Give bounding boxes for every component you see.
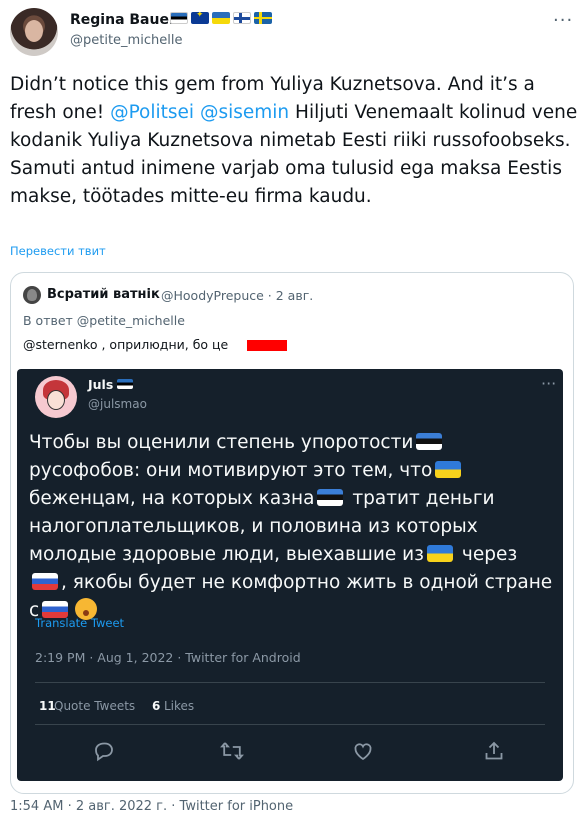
flag-estonia-icon [317, 489, 344, 506]
quoted-author-avatar[interactable] [23, 286, 41, 304]
reply-icon [92, 739, 116, 763]
embedded-timestamp: 2:19 PM · Aug 1, 2022 · Twitter for Andr… [35, 650, 301, 665]
flag-ukraine-icon [212, 12, 230, 24]
embedded-avatar [35, 376, 77, 418]
divider [35, 724, 545, 725]
quoted-tweet-card[interactable]: Всратий ватнік @HoodyPrepuce · 2 авг. В … [10, 272, 574, 794]
likes-label: Likes [164, 699, 195, 713]
quoted-author-name[interactable]: Всратий ватнік [47, 287, 160, 302]
flag-eu-icon [191, 12, 209, 24]
flag-finland-icon [233, 12, 251, 24]
more-options-icon[interactable]: ··· [553, 10, 573, 31]
flag-ukraine-icon [435, 461, 462, 478]
divider [35, 682, 545, 683]
embedded-translate-link: Translate Tweet [35, 616, 125, 630]
embedded-author-name: Juls [88, 377, 114, 392]
quote-tweets-label: Quote Tweets [54, 699, 136, 713]
likes-count: 6 [152, 699, 161, 713]
tweet-timestamp[interactable]: 1:54 AM · 2 авг. 2022 г. · Twitter for i… [10, 799, 293, 814]
more-options-icon: ··· [541, 374, 557, 393]
translate-tweet-link[interactable]: Перевести твит [10, 244, 106, 258]
redaction-bar [247, 340, 287, 351]
author-flags [170, 12, 272, 24]
embedded-tweet-text: Чтобы вы оценили степень упоротости русо… [29, 432, 553, 621]
embedded-author-handle: @julsmao [88, 397, 147, 411]
quoted-author-handle-date[interactable]: @HoodyPrepuce · 2 авг. [161, 288, 313, 303]
mention-sisemin[interactable]: @sisemin [200, 102, 289, 123]
author-handle[interactable]: @petite_michelle [70, 33, 182, 48]
flag-sweden-icon [254, 12, 272, 24]
mention-politsei[interactable]: @Politsei [110, 102, 194, 123]
flag-estonia-icon [170, 12, 188, 24]
like-icon [351, 739, 375, 763]
retweet-icon [220, 739, 244, 763]
tweet-text: Didn’t notice this gem from Yuliya Kuzne… [10, 71, 578, 211]
quoted-tweet-text: @sternenko , оприлюдни, бо це [23, 337, 229, 352]
author-avatar[interactable] [10, 8, 58, 56]
flag-estonia-icon [117, 379, 133, 389]
flag-ukraine-icon [427, 545, 453, 562]
flag-russia-icon [32, 573, 58, 590]
author-name[interactable]: Regina Bauer [70, 12, 176, 28]
embedded-screenshot[interactable]: Juls @julsmao ··· Чтобы вы оценили степе… [17, 369, 563, 781]
flag-estonia-icon [416, 433, 443, 450]
reply-to-label: В ответ @petite_michelle [23, 313, 185, 328]
share-icon [482, 739, 506, 763]
